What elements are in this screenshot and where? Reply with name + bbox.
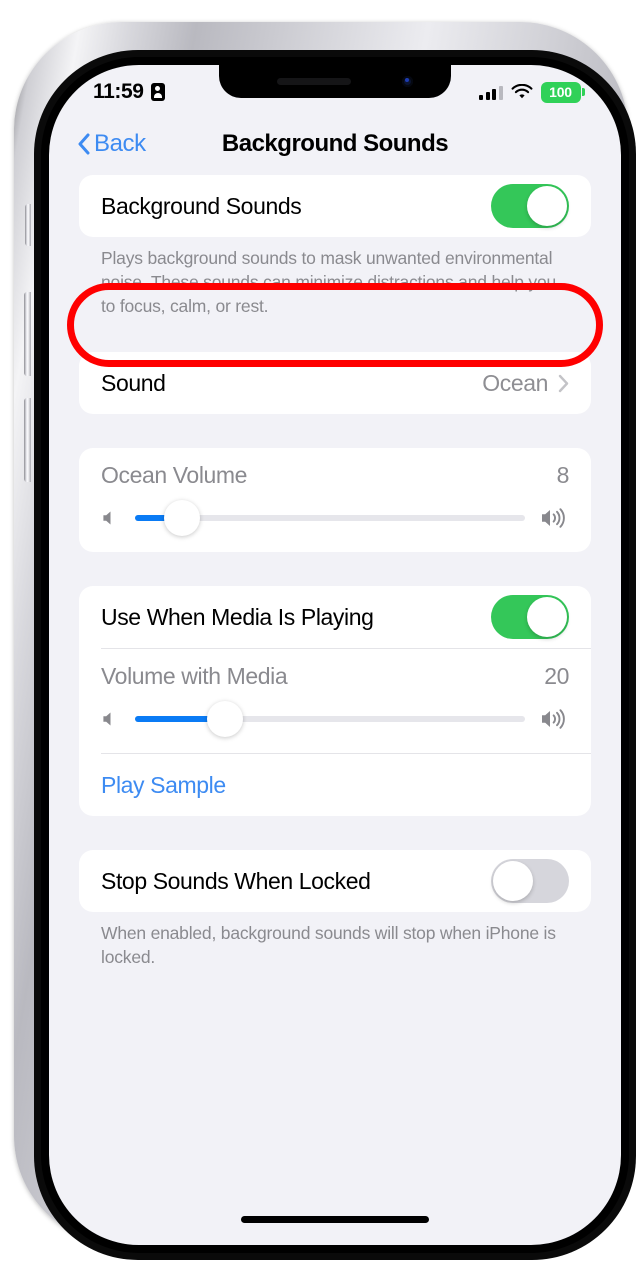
battery-percent-label: 100 [549,84,572,100]
mute-switch-button[interactable] [25,204,31,246]
media-volume-value: 20 [544,662,569,689]
toggle-knob [527,186,567,226]
media-volume-header: Volume with Media 20 [101,653,569,699]
ocean-volume-value: 8 [556,461,570,488]
settings-content: Background Sounds Plays background sound… [49,175,621,1245]
iphone-frame: 11:59 100 Back Background Sounds Backgro… [14,22,636,1260]
phone-screen: 11:59 100 Back Background Sounds Backgro… [49,65,621,1245]
chevron-right-icon [558,374,569,393]
stop-sounds-card: Stop Sounds When Locked [79,850,591,913]
use-when-media-label: Use When Media Is Playing [101,603,374,630]
person-badge-icon [150,83,165,101]
use-when-media-toggle[interactable] [491,595,569,640]
play-sample-label: Play Sample [101,771,226,798]
sound-row[interactable]: Sound Ocean [79,352,591,414]
toggle-knob [493,861,533,902]
ocean-volume-card: Ocean Volume 8 [79,448,591,553]
background-sounds-row[interactable]: Background Sounds [79,175,591,237]
back-button[interactable]: Back [77,130,146,158]
volume-down-button[interactable] [24,398,31,482]
home-indicator[interactable] [241,1216,429,1223]
ocean-volume-slider[interactable] [135,500,525,537]
sound-row-right: Ocean [482,370,569,397]
ocean-volume-block: Ocean Volume 8 [79,448,591,552]
background-sounds-footnote: Plays background sounds to mask unwanted… [101,248,557,316]
stop-sounds-row[interactable]: Stop Sounds When Locked [79,850,591,912]
speaker-high-icon [542,508,565,529]
media-volume-slider-row [101,699,569,739]
use-when-media-row[interactable]: Use When Media Is Playing [79,586,591,648]
media-volume-block: Volume with Media 20 [79,649,591,753]
status-bar-left: 11:59 [93,80,165,104]
volume-up-button[interactable] [24,292,31,376]
stop-sounds-footnote: When enabled, background sounds will sto… [101,923,556,968]
speaker-low-icon [103,511,111,525]
stop-sounds-label: Stop Sounds When Locked [101,867,371,894]
back-button-label: Back [94,130,146,157]
screenshot-stage: 11:59 100 Back Background Sounds Backgro… [0,0,642,1274]
background-sounds-toggle[interactable] [491,184,569,228]
ocean-volume-slider-row [101,498,569,538]
notch [219,65,451,98]
speaker-high-icon [542,709,565,730]
front-camera-icon [402,76,413,87]
sound-label: Sound [101,369,166,396]
wifi-icon [511,84,532,99]
cellular-bars-icon [479,85,503,100]
media-card: Use When Media Is Playing Volume with Me… [79,586,591,817]
slider-thumb[interactable] [163,500,200,537]
sound-value: Ocean [482,369,548,396]
sound-card: Sound Ocean [79,352,591,415]
battery-indicator: 100 [540,81,585,103]
background-sounds-label: Background Sounds [101,192,302,219]
media-volume-label: Volume with Media [101,662,288,689]
speaker-low-icon [103,712,111,726]
chevron-left-icon [78,133,90,155]
background-sounds-card: Background Sounds [79,175,591,237]
navigation-bar: Back Background Sounds [49,113,621,175]
status-bar-right: 100 [479,81,585,103]
play-sample-row[interactable]: Play Sample [79,754,591,816]
stop-sounds-toggle[interactable] [491,859,569,904]
toggle-knob [527,597,567,638]
status-bar-clock: 11:59 [93,80,144,103]
battery-cap-icon [582,88,585,96]
ocean-volume-label: Ocean Volume [101,461,248,488]
earpiece-speaker-icon [277,78,351,85]
media-volume-slider[interactable] [135,701,525,738]
ocean-volume-header: Ocean Volume 8 [101,452,569,498]
slider-thumb[interactable] [206,701,243,738]
